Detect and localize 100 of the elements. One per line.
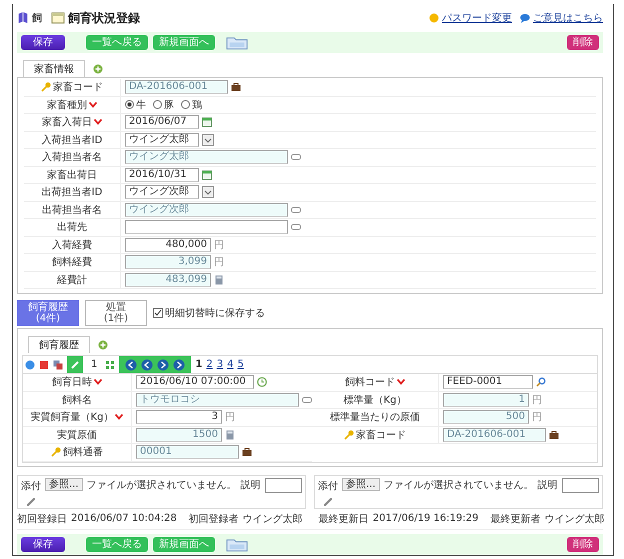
- field-label: 標準量当たりの原価: [330, 410, 420, 424]
- calculator-icon[interactable]: [214, 274, 224, 285]
- description-label: 説明: [240, 478, 261, 492]
- input-field[interactable]: ウイング太郎: [125, 132, 199, 147]
- attachment-label: 添付: [21, 480, 41, 492]
- input-field[interactable]: ウイング次郎: [125, 185, 199, 200]
- input-field[interactable]: 3: [136, 410, 222, 424]
- dropdown-icon[interactable]: [202, 134, 214, 146]
- toolbar-button[interactable]: 保存: [21, 35, 65, 50]
- field-label: 家畜種別: [47, 98, 87, 112]
- radio-option[interactable]: 豚: [153, 98, 174, 112]
- audit-label: 最終更新者: [490, 512, 540, 526]
- input-field[interactable]: [125, 220, 288, 234]
- input-field[interactable]: FEED-0001: [443, 375, 533, 390]
- key-icon: [41, 82, 51, 92]
- checkbox-label: 明細切替時に保存する: [165, 306, 265, 320]
- unit-label: 円: [214, 238, 224, 252]
- required-icon: [397, 379, 405, 386]
- field-label: 家畜コード: [53, 80, 103, 94]
- audit-value: 2017/06/19 16:19:29: [372, 513, 478, 524]
- page-link[interactable]: 1: [195, 359, 202, 370]
- required-icon: [94, 379, 102, 386]
- audit-label: 初回登録日: [17, 512, 67, 526]
- tab[interactable]: 飼育履歴: [28, 336, 90, 353]
- audit-label: 最終更新日: [318, 512, 369, 526]
- description-field[interactable]: [562, 478, 599, 492]
- field-label: 飼料通番: [63, 446, 103, 460]
- audit-label: 初回登録者: [188, 512, 239, 526]
- field-label: 経費計: [57, 274, 87, 287]
- grid-icon[interactable]: [105, 360, 116, 370]
- input-field[interactable]: 2016/06/07: [125, 115, 199, 130]
- input-field[interactable]: ウイング次郎: [125, 202, 288, 217]
- delete-button[interactable]: 削除: [567, 35, 599, 50]
- audit-value: ウイング太郎: [242, 512, 303, 526]
- field-label: 家畜コード: [356, 428, 406, 442]
- calendar-icon[interactable]: [202, 170, 212, 180]
- field-label: 家畜出荷日: [47, 168, 97, 182]
- tab[interactable]: 家畜情報: [23, 60, 85, 77]
- page-link[interactable]: 4: [227, 359, 234, 370]
- file-status: ファイルが選択されていません。: [86, 478, 237, 492]
- radio-option[interactable]: 牛: [125, 98, 146, 112]
- field-label: 出荷担当者ID: [42, 186, 102, 200]
- checkbox[interactable]: [153, 308, 163, 318]
- description-field[interactable]: [264, 478, 302, 492]
- delete-button[interactable]: 削除: [567, 536, 599, 552]
- field-label: 入荷経費: [52, 238, 92, 252]
- folder-icon[interactable]: [226, 35, 248, 50]
- page-nav-icon[interactable]: [125, 358, 138, 370]
- add-icon[interactable]: [93, 64, 103, 74]
- attachment-label: 添付: [318, 480, 338, 492]
- page-link[interactable]: 3: [216, 359, 224, 370]
- book-icon: [17, 12, 29, 24]
- file-status: ファイルが選択されていません。: [384, 478, 534, 492]
- search-icon[interactable]: [536, 377, 546, 388]
- folder-icon[interactable]: [226, 536, 248, 552]
- header-link[interactable]: パスワード変更: [429, 11, 512, 25]
- history-tab[interactable]: 処置 (1件): [85, 300, 147, 326]
- input-field[interactable]: 480,000: [125, 238, 211, 252]
- add-icon[interactable]: [98, 340, 108, 350]
- audit-value: ウイング太郎: [544, 512, 604, 526]
- history-tab[interactable]: 飼育履歴 (4件): [17, 300, 79, 326]
- field-label: 出荷先: [57, 220, 87, 234]
- page-nav-icon[interactable]: [173, 358, 186, 370]
- unit-label: 円: [225, 411, 235, 424]
- input-field[interactable]: ウイング太郎: [125, 150, 288, 164]
- toolbar-button[interactable]: 保存: [21, 536, 65, 552]
- briefcase-icon[interactable]: [549, 430, 559, 440]
- required-icon: [89, 102, 97, 108]
- page-title: 飼育状況登録: [68, 10, 140, 26]
- clock-icon[interactable]: [257, 377, 267, 388]
- page-link[interactable]: 2: [206, 359, 213, 370]
- header-link[interactable]: ご意見はこちら: [520, 11, 603, 25]
- browse-button[interactable]: 参照...: [45, 478, 83, 490]
- page-link[interactable]: 5: [237, 359, 244, 370]
- briefcase-icon[interactable]: [231, 82, 241, 92]
- key-icon: [344, 430, 354, 440]
- field-label: 飼育日時: [52, 376, 92, 390]
- field-label: 飼料経費: [52, 256, 92, 270]
- current-page: 1: [91, 359, 98, 370]
- radio-option[interactable]: 鶏: [181, 98, 202, 112]
- input-field[interactable]: 2016/10/31: [125, 168, 199, 182]
- calculator-icon[interactable]: [225, 430, 235, 440]
- audit-value: 2016/06/07 10:04:28: [71, 513, 177, 524]
- field-label: 飼料名: [62, 394, 92, 407]
- input-field[interactable]: 2016/06/10 07:00:00: [136, 375, 254, 390]
- calendar-icon[interactable]: [202, 117, 212, 128]
- edit-mode-icon[interactable]: [67, 356, 83, 373]
- dropdown-icon[interactable]: [202, 186, 214, 198]
- page-nav-icon[interactable]: [157, 358, 170, 370]
- unit-label: 円: [532, 411, 542, 424]
- page-nav-icon[interactable]: [141, 358, 154, 370]
- unit-label: 円: [532, 394, 542, 407]
- description-label: 説明: [538, 478, 558, 492]
- copy-icon[interactable]: [53, 360, 63, 370]
- speech-bubble-icon: [520, 13, 530, 23]
- browse-button[interactable]: 参照...: [342, 478, 380, 490]
- field-label: 実質原価: [57, 428, 97, 442]
- field-label: 出荷担当者名: [42, 204, 102, 217]
- required-icon: [115, 414, 124, 420]
- briefcase-icon[interactable]: [242, 447, 252, 458]
